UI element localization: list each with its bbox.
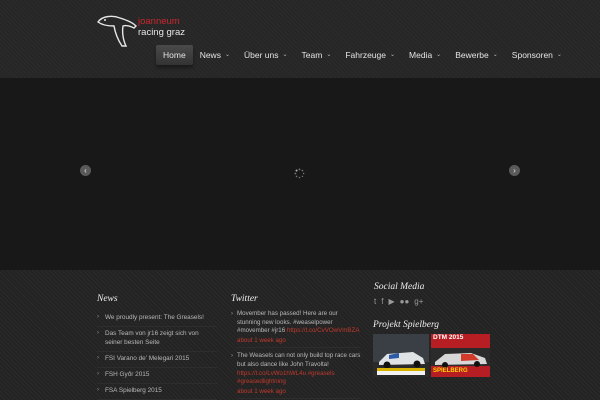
tweet: › The Weasels can not only build top rac… — [231, 352, 361, 400]
footer-widgets: News › We proudly present: The Greasels! … — [0, 270, 600, 400]
news-list-item[interactable]: › FSI Varano de' Melegari 2015 — [97, 352, 217, 368]
nav-item-team[interactable]: Team ⌄ — [295, 45, 339, 65]
main-nav: Home News ⌄ Über uns ⌄ Team ⌄ Fahrzeuge … — [156, 45, 569, 67]
nav-label: Über uns — [243, 50, 279, 60]
nav-label: Team — [301, 50, 323, 60]
nav-label: Sponsoren — [511, 50, 553, 60]
news-list-item[interactable]: › FSA Spielberg 2015 — [97, 384, 217, 400]
nav-label: News — [199, 50, 221, 60]
nav-item-sponsoren[interactable]: Sponsoren ⌄ — [505, 45, 569, 65]
slider-prev-button[interactable]: ‹ — [80, 165, 91, 176]
chevron-right-icon: › — [97, 355, 99, 361]
chevron-down-icon: ⌄ — [224, 52, 230, 58]
google-plus-icon[interactable]: g+ — [414, 297, 423, 307]
twitter-widget-title: Twitter — [231, 294, 258, 304]
chevron-down-icon: ⌄ — [326, 52, 332, 58]
nav-item-bewerbe[interactable]: Bewerbe ⌄ — [448, 45, 505, 65]
news-list: › We proudly present: The Greasels! › Das … — [97, 311, 217, 400]
tweet: › Movember has passed! Here are our stun… — [231, 310, 361, 349]
nav-item-media[interactable]: Media ⌄ — [402, 45, 448, 65]
nav-item-home[interactable]: Home — [156, 45, 193, 65]
nav-item-fahrzeuge[interactable]: Fahrzeuge ⌄ — [338, 45, 402, 65]
dtm-spielberg-image[interactable]: DTM 2015 SPIELBERG — [431, 334, 490, 377]
social-media-title: Social Media — [374, 282, 425, 292]
hero-slider: ‹ › — [0, 78, 600, 270]
dtm-ad-subtitle: SPIELBERG — [433, 368, 468, 374]
dtm-ad-title: DTM 2015 — [433, 334, 464, 341]
weasel-logo-icon — [97, 15, 137, 47]
loading-spinner-icon — [294, 168, 305, 179]
news-widget-title: News — [97, 294, 118, 304]
nav-item-news[interactable]: News ⌄ — [193, 45, 237, 65]
project-spielberg-title: Projekt Spielberg — [373, 320, 440, 330]
youtube-icon[interactable]: ▶ — [388, 297, 394, 307]
chevron-right-icon: › — [97, 387, 99, 393]
news-list-item[interactable]: › FSH Győr 2015 — [97, 368, 217, 384]
chevron-right-icon: › — [231, 353, 233, 360]
tweet-link[interactable]: https://t.co/CvVOwVmBZA — [287, 327, 360, 334]
tweet-time[interactable]: about 1 week ago — [237, 337, 361, 349]
chevron-down-icon: ⌄ — [389, 52, 396, 58]
nav-item-uber-uns[interactable]: Über uns ⌄ — [237, 45, 295, 65]
tweet-link[interactable]: https://t.co/LvWo1hWL4u #greasels #greas… — [237, 370, 335, 386]
slider-next-button[interactable]: › — [509, 165, 520, 176]
chevron-right-icon: › — [231, 311, 233, 317]
nav-label: Bewerbe — [455, 50, 489, 60]
tweet-time[interactable]: about 1 week ago — [237, 388, 361, 400]
chevron-right-icon: › — [97, 371, 99, 377]
news-list-item[interactable]: › We proudly present: The Greasels! — [97, 311, 217, 327]
logo-text-joanneum: joanneum — [138, 16, 180, 27]
chevron-down-icon: ⌄ — [436, 52, 442, 58]
nav-label: Media — [409, 50, 433, 60]
race-car-image[interactable] — [373, 334, 429, 377]
chevron-down-icon: ⌄ — [282, 52, 288, 58]
chevron-right-icon: › — [97, 314, 99, 320]
social-icons: t f ▶ ●● g+ — [374, 297, 423, 307]
chevron-right-icon: › — [97, 330, 99, 336]
facebook-icon[interactable]: f — [381, 297, 383, 307]
news-list-item[interactable]: › Das Team von jr16 zeigt sich von seiner… — [97, 327, 217, 352]
logo-text-racing-graz: racing graz — [138, 27, 185, 38]
flickr-icon[interactable]: ●● — [400, 297, 410, 307]
tweet-list: › Movember has passed! Here are our stun… — [231, 310, 361, 400]
tweet-text: The Weasels can not only build top race … — [237, 352, 361, 368]
site-header: joanneum racing graz Home News ⌄ Über un… — [0, 0, 600, 78]
nav-label: Home — [163, 50, 186, 60]
chevron-down-icon: ⌄ — [556, 52, 562, 58]
chevron-down-icon: ⌄ — [492, 52, 498, 58]
project-spielberg-images: DTM 2015 SPIELBERG — [373, 334, 490, 377]
nav-label: Fahrzeuge — [345, 50, 386, 60]
twitter-icon[interactable]: t — [374, 297, 376, 307]
